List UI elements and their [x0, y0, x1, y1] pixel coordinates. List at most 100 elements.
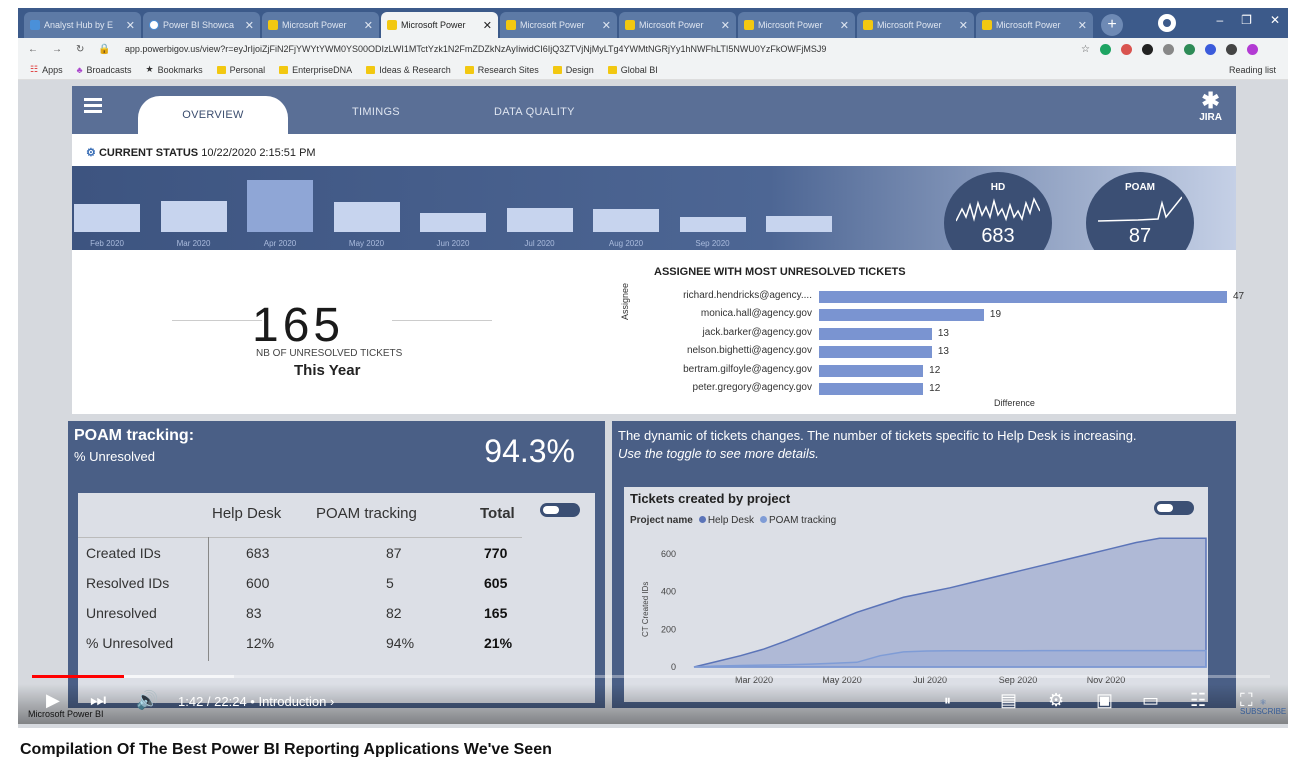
tab-close-icon[interactable]: ✕: [959, 19, 968, 32]
browser-tab[interactable]: Microsoft Power ✕: [381, 12, 498, 38]
new-tab-button[interactable]: +: [1101, 14, 1123, 36]
folder-icon: [464, 65, 474, 74]
tickets-chart: Tickets created by project Project name …: [624, 487, 1208, 702]
unresolved-period: This Year: [294, 362, 361, 379]
assignee-name: richard.hendricks@agency....: [683, 290, 812, 301]
tab-close-icon[interactable]: ✕: [1078, 19, 1087, 32]
table-toggle[interactable]: [540, 503, 580, 517]
series-area[interactable]: [693, 537, 1207, 668]
tab-overview[interactable]: OVERVIEW: [138, 96, 288, 134]
hamburger-menu-icon[interactable]: [84, 98, 102, 113]
browser-tab[interactable]: Microsoft Power ✕: [262, 12, 379, 38]
assignee-axis-label: Assignee: [620, 282, 630, 320]
assignee-bar[interactable]: [819, 291, 1227, 303]
fullscreen-icon[interactable]: ⛶: [1240, 690, 1253, 711]
extension-icon[interactable]: [1184, 43, 1195, 55]
bookmark-item[interactable]: Design: [552, 65, 594, 75]
reload-icon[interactable]: ↻: [76, 44, 84, 55]
puzzle-icon[interactable]: [1226, 43, 1237, 55]
tab-close-icon[interactable]: ✕: [840, 19, 849, 32]
browser-tab[interactable]: Power BI Showca ✕: [143, 12, 260, 38]
assignee-value: 13: [937, 327, 949, 339]
bookmark-item[interactable]: ★ Bookmarks: [146, 64, 203, 75]
browser-tab[interactable]: Microsoft Power ✕: [738, 12, 855, 38]
poam-subtitle: % Unresolved: [74, 449, 155, 464]
month-bar[interactable]: [160, 201, 227, 232]
browser-tab[interactable]: Microsoft Power ✕: [500, 12, 617, 38]
poam-gauge-label: POAM: [1125, 182, 1155, 193]
browser-tab[interactable]: Analyst Hub by E ✕: [24, 12, 141, 38]
next-icon[interactable]: ⏭: [90, 690, 106, 711]
month-bar[interactable]: [506, 208, 573, 232]
month-bar[interactable]: [74, 204, 140, 232]
tab-close-icon[interactable]: ✕: [483, 19, 492, 32]
tab-close-icon[interactable]: ✕: [602, 19, 611, 32]
minimize-icon[interactable]: –: [1216, 13, 1223, 27]
browser-tab[interactable]: Microsoft Power ✕: [619, 12, 736, 38]
tab-close-icon[interactable]: ✕: [721, 19, 730, 32]
tab-close-icon[interactable]: ✕: [126, 19, 135, 32]
player-controls: ▶ ⏭ 🔊 1:42 / 22:24 • Introduction › ⏸ ▤ …: [18, 684, 1288, 724]
star-icon[interactable]: ☆: [1081, 44, 1090, 55]
month-bar[interactable]: [333, 202, 400, 232]
bookmark-label: EnterpriseDNA: [292, 64, 353, 75]
bookmark-item[interactable]: Ideas & Research: [366, 65, 451, 75]
cast-icon[interactable]: ☷: [1190, 690, 1206, 711]
extension-icon[interactable]: [1121, 43, 1132, 55]
tab-data-quality[interactable]: DATA QUALITY: [494, 106, 575, 118]
extension-icon[interactable]: [1163, 43, 1174, 55]
month-bar[interactable]: [679, 217, 746, 232]
month-bar[interactable]: [766, 216, 832, 232]
browser-tabstrip: Analyst Hub by E ✕ Power BI Showca ✕ Microso…: [18, 8, 1288, 38]
bookmark-item[interactable]: Research Sites: [464, 64, 539, 75]
restore-icon[interactable]: ❐: [1241, 13, 1252, 27]
reading-list[interactable]: Reading list: [1229, 65, 1276, 75]
unresolved-label: NB OF UNRESOLVED TICKETS: [256, 348, 403, 359]
month-bar[interactable]: [247, 180, 313, 232]
tab-close-icon[interactable]: ✕: [245, 19, 254, 32]
status-datetime: 10/22/2020 2:15:51 PM: [201, 147, 316, 159]
poam-gauge-value: 87: [1128, 225, 1152, 247]
miniplayer-icon[interactable]: ▣: [1096, 690, 1113, 711]
month-bar[interactable]: [420, 213, 486, 232]
record-icon[interactable]: [1158, 14, 1176, 32]
column-header: Help Desk: [212, 505, 282, 522]
close-window-icon[interactable]: ✕: [1270, 13, 1280, 27]
subtitles-icon[interactable]: ▤: [1000, 690, 1017, 711]
settings-gear-icon[interactable]: ⚙: [1048, 690, 1064, 711]
theater-icon[interactable]: ▭: [1142, 690, 1159, 711]
bookmark-item[interactable]: ☷ Apps: [30, 64, 63, 75]
extension-icon[interactable]: [1100, 43, 1111, 55]
autoplay-toggle-icon[interactable]: ⏸: [944, 692, 951, 709]
tab-timings[interactable]: TIMINGS: [352, 106, 400, 118]
browser-tab[interactable]: Microsoft Power ✕: [857, 12, 974, 38]
assignee-bar[interactable]: [819, 346, 932, 359]
bookmark-label: Research Sites: [477, 64, 539, 75]
bookmark-item[interactable]: EnterpriseDNA: [279, 65, 352, 75]
bookmark-item[interactable]: Global BI: [607, 65, 658, 75]
bookmark-item[interactable]: ♣ Broadcasts: [77, 65, 132, 75]
extension-icon[interactable]: [1205, 43, 1216, 55]
chapter-label[interactable]: Introduction: [258, 694, 326, 709]
assignee-bar[interactable]: [819, 309, 984, 322]
volume-icon[interactable]: 🔊: [136, 690, 158, 711]
table-cell: 94%: [386, 635, 415, 651]
lock-icon: 🔒: [98, 43, 111, 55]
browser-tab[interactable]: Microsoft Power ✕: [976, 12, 1093, 38]
month-bar[interactable]: [593, 209, 659, 232]
url-field[interactable]: app.powerbigov.us/view?r=eyJrIjoiZjFiN2F…: [125, 44, 955, 54]
assignee-bar[interactable]: [819, 327, 932, 340]
divider: [172, 320, 262, 321]
play-icon[interactable]: ▶: [46, 690, 60, 711]
bookmark-item[interactable]: Personal: [216, 65, 265, 75]
assignee-bar[interactable]: [819, 364, 924, 377]
progress-played[interactable]: [32, 675, 124, 678]
video-frame[interactable]: Analyst Hub by E ✕ Power BI Showca ✕ Microso…: [18, 8, 1288, 728]
tab-close-icon[interactable]: ✕: [364, 19, 373, 32]
divider: [392, 320, 492, 321]
assignee-bar[interactable]: [819, 383, 924, 395]
back-icon[interactable]: ←: [28, 44, 38, 55]
extension-icon[interactable]: [1142, 43, 1153, 55]
forward-icon[interactable]: →: [52, 44, 62, 55]
profile-avatar[interactable]: [1247, 43, 1258, 55]
